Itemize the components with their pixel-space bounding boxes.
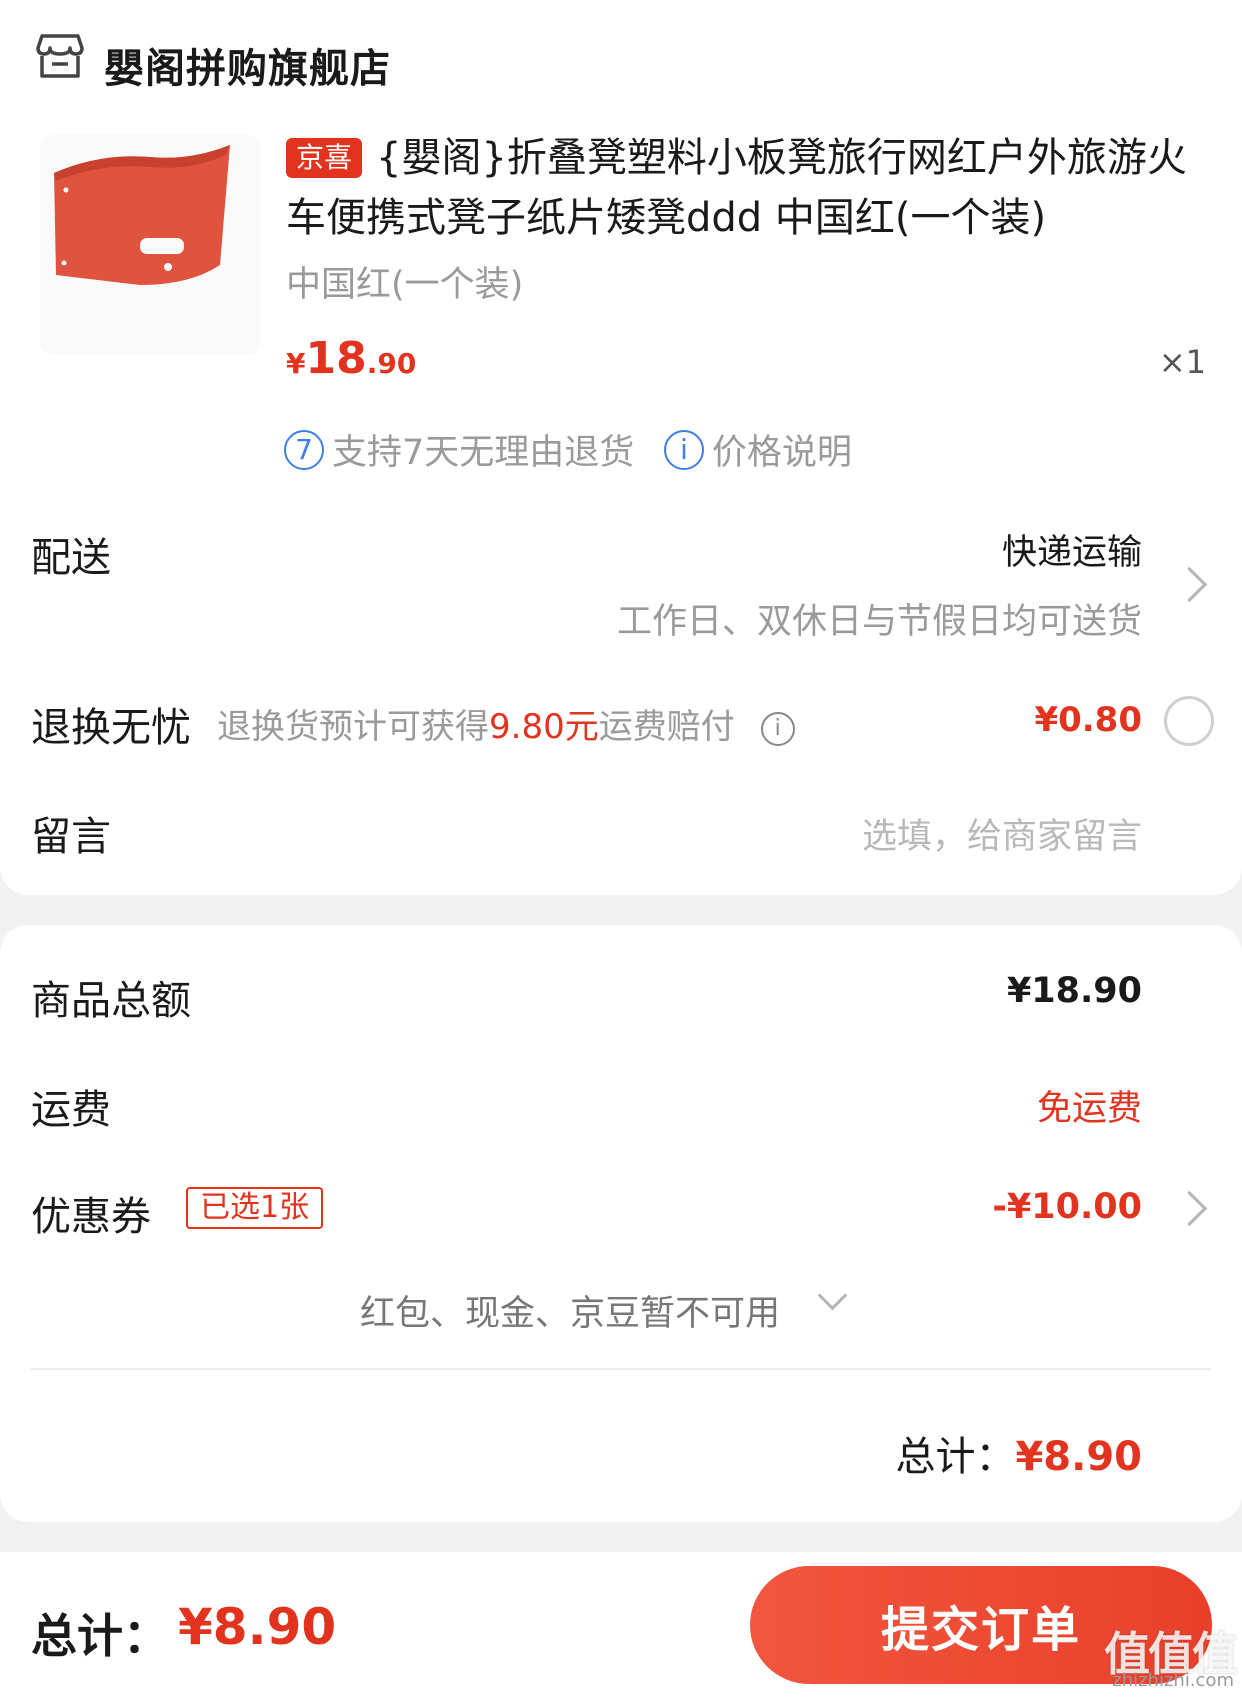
product-price: ¥18.90: [286, 333, 417, 384]
message-label: 留言: [31, 814, 111, 860]
divider: [31, 1368, 1211, 1370]
delivery-method[interactable]: 快递运输: [1002, 524, 1142, 575]
service-price-info[interactable]: i 价格说明: [664, 424, 852, 475]
delivery-label: 配送: [31, 535, 111, 581]
product-title-text: {嬰阁}折叠凳塑料小板凳旅行网红户外旅游火车便携式凳子纸片矮凳ddd 中国红(一…: [286, 135, 1187, 241]
store-name[interactable]: 嬰阁拼购旗舰店: [104, 36, 391, 94]
seven-day-icon: 7: [284, 429, 324, 470]
return-insurance-label: 退换无忧: [31, 705, 191, 751]
shipping-label: 运费: [31, 1087, 111, 1133]
info-icon: i: [664, 429, 704, 470]
summary-total: 总计： ¥8.90: [895, 1424, 1142, 1482]
summary-total-label: 总计：: [895, 1434, 1016, 1480]
coupon-value[interactable]: -¥10.00: [992, 1187, 1142, 1227]
coupon-selected-tag: 已选1张: [186, 1187, 324, 1229]
message-input[interactable]: 选填，给商家留言: [862, 808, 1142, 859]
bottom-total-label: 总计：: [31, 1609, 169, 1663]
product-thumbnail[interactable]: [40, 135, 260, 355]
watermark-url: zhizhizhi.com: [1112, 1670, 1234, 1691]
jingxi-badge: 京喜: [286, 138, 363, 178]
goods-total-value: ¥18.90: [1006, 971, 1142, 1011]
service-label: 价格说明: [712, 433, 853, 473]
return-insurance-radio[interactable]: [1164, 696, 1214, 746]
service-seven-day-return[interactable]: 7 支持7天无理由退货: [284, 424, 634, 475]
order-item-card: 嬰阁拼购旗舰店 京喜 {嬰阁}折叠凳塑料小板凳旅行网红户外旅游火车便携式凳子纸片矮…: [0, 0, 1242, 895]
product-title[interactable]: 京喜 {嬰阁}折叠凳塑料小板凳旅行网红户外旅游火车便携式凳子纸片矮凳ddd 中国红…: [286, 128, 1201, 248]
summary-total-value: ¥8.90: [1015, 1434, 1142, 1480]
return-insurance-price: ¥0.80: [1034, 700, 1142, 740]
service-label: 支持7天无理由退货: [332, 433, 635, 473]
goods-total-label: 商品总额: [31, 978, 191, 1024]
product-spec: 中国红(一个装): [286, 265, 524, 305]
delivery-chevron-icon[interactable]: [1171, 566, 1208, 603]
bottom-total-value: ¥8.90: [178, 1598, 337, 1656]
delivery-note: 工作日、双休日与节假日均可送货: [616, 602, 1142, 642]
shipping-value: 免运费: [1036, 1089, 1142, 1129]
store-icon: [36, 34, 84, 78]
coupon-label: 优惠券: [31, 1194, 151, 1240]
stool-image: [54, 145, 230, 285]
unavailable-notice[interactable]: 红包、现金、京豆暂不可用: [360, 1285, 780, 1336]
info-icon[interactable]: i: [760, 711, 795, 746]
return-insurance-desc: 退换货预计可获得9.80元运费赔付 i: [217, 699, 795, 748]
product-quantity: ×1: [1158, 343, 1206, 381]
